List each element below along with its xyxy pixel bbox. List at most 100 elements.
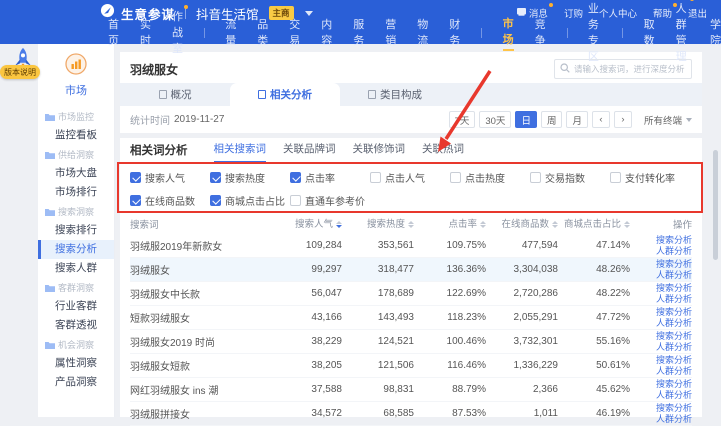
filter-mall-click-share[interactable]: 商城点击占比 — [210, 193, 290, 208]
tab-related-analysis[interactable]: 相关分析 — [230, 83, 340, 106]
subtab-related-brand-words[interactable]: 关联品牌词 — [283, 141, 336, 163]
checkbox-unchecked-icon[interactable] — [290, 195, 301, 206]
sidebar-item-product-insight[interactable]: 产品洞察 — [38, 373, 114, 392]
sidebar-item-attribute-insight[interactable]: 属性洞察 — [38, 354, 114, 373]
checkbox-unchecked-icon[interactable] — [450, 172, 461, 183]
crowd-analysis-link[interactable]: 人群分析 — [656, 270, 692, 281]
nav-trade[interactable]: 交易 — [289, 16, 300, 50]
chevron-down-icon[interactable] — [305, 11, 313, 20]
app-logo[interactable]: 生意参谋 抖音生活馆 主商 — [100, 3, 313, 23]
nav-business-zone[interactable]: 业务专区 — [588, 0, 601, 66]
col-search-heat[interactable]: 搜索热度 — [342, 216, 414, 231]
vertical-scrollbar[interactable] — [713, 150, 718, 260]
crowd-analysis-link[interactable]: 人群分析 — [656, 390, 692, 401]
search-analysis-link[interactable]: 搜索分析 — [656, 331, 692, 342]
col-ctr[interactable]: 点击率 — [414, 216, 486, 231]
filter-ztc-reference-price[interactable]: 直通车参考价 — [290, 193, 370, 208]
unit-month-button[interactable]: 月 — [566, 111, 588, 128]
version-notes-badge[interactable]: 版本说明 — [0, 65, 40, 79]
crowd-analysis-link[interactable]: 人群分析 — [656, 414, 692, 425]
next-date-button[interactable]: › — [614, 111, 632, 128]
checkbox-checked-icon[interactable] — [290, 172, 301, 183]
filter-click-heat[interactable]: 点击热度 — [450, 170, 530, 185]
sidebar-item-customer-perspective[interactable]: 客群透视 — [38, 316, 114, 335]
checkbox-checked-icon[interactable] — [130, 195, 141, 206]
search-analysis-link[interactable]: 搜索分析 — [656, 283, 692, 294]
help-link[interactable]: 帮助 — [653, 6, 672, 20]
col-online-products[interactable]: 在线商品数 — [486, 216, 558, 231]
table-row[interactable]: 羽绒服拼接女 34,572 68,585 87.53% 1,011 46.19%… — [130, 402, 692, 426]
tab-overview[interactable]: 概况 — [120, 83, 230, 106]
nav-market[interactable]: 市场 — [503, 15, 514, 51]
range-7d-button[interactable]: 7天 — [449, 111, 476, 128]
crowd-analysis-link[interactable]: 人群分析 — [656, 246, 692, 257]
sidebar-item-search-crowd[interactable]: 搜索人群 — [38, 259, 114, 278]
subtab-related-search-words[interactable]: 相关搜索词 — [214, 141, 267, 163]
table-row[interactable]: 短款羽绒服女 43,166 143,493 118.23% 2,055,291 … — [130, 306, 692, 330]
checkbox-checked-icon[interactable] — [210, 195, 221, 206]
subtab-related-hot-words[interactable]: 关联热词 — [422, 141, 464, 163]
tab-category-composition[interactable]: 类目构成 — [340, 83, 450, 106]
checkbox-checked-icon[interactable] — [210, 172, 221, 183]
col-search-popularity[interactable]: 搜索人气 — [270, 216, 342, 231]
nav-logistics[interactable]: 物流 — [417, 16, 428, 50]
keyword-search-box[interactable] — [554, 59, 692, 79]
nav-competition[interactable]: 竞争 — [535, 16, 546, 50]
table-row[interactable]: 羽绒服2019年新款女 109,284 353,561 109.75% 477,… — [130, 234, 692, 258]
table-row[interactable]: 羽绒服女 99,297 318,477 136.36% 3,304,038 48… — [130, 258, 692, 282]
nav-academy[interactable]: 学院 — [710, 16, 721, 50]
nav-crowd-management[interactable]: 人群管理 — [676, 0, 689, 66]
subtab-related-modifier-words[interactable]: 关联修饰词 — [353, 141, 406, 163]
nav-realtime[interactable]: 实时 — [140, 16, 151, 50]
prev-date-button[interactable]: ‹ — [592, 111, 610, 128]
nav-content[interactable]: 内容 — [321, 16, 332, 50]
table-row[interactable]: 羽绒服女中长款 56,047 178,689 122.69% 2,720,286… — [130, 282, 692, 306]
filter-ctr[interactable]: 点击率 — [290, 170, 370, 185]
unit-week-button[interactable]: 周 — [541, 111, 563, 128]
sidebar-item-search-analysis[interactable]: 搜索分析 — [38, 240, 114, 259]
checkbox-unchecked-icon[interactable] — [370, 172, 381, 183]
order-link[interactable]: 订购 — [564, 6, 583, 20]
search-analysis-link[interactable]: 搜索分析 — [656, 379, 692, 390]
sidebar-item-market-ranking[interactable]: 市场排行 — [38, 183, 114, 202]
nav-data-extract[interactable]: 取数 — [644, 16, 655, 50]
personal-center-link[interactable]: 个人中心 — [599, 6, 637, 20]
table-row[interactable]: 羽绒服女2019 时尚 38,229 124,521 100.46% 3,732… — [130, 330, 692, 354]
nav-category[interactable]: 品类 — [257, 16, 268, 50]
sidebar-item-monitor-board[interactable]: 监控看板 — [38, 126, 114, 145]
search-analysis-link[interactable]: 搜索分析 — [656, 307, 692, 318]
checkbox-unchecked-icon[interactable] — [610, 172, 621, 183]
search-input[interactable] — [574, 64, 686, 74]
crowd-analysis-link[interactable]: 人群分析 — [656, 318, 692, 329]
filter-search-popularity[interactable]: 搜索人气 — [130, 170, 210, 185]
logout-link[interactable]: 退出 — [688, 6, 707, 20]
filter-trade-index[interactable]: 交易指数 — [530, 170, 610, 185]
search-analysis-link[interactable]: 搜索分析 — [656, 403, 692, 414]
filter-pay-conversion[interactable]: 支付转化率 — [610, 170, 690, 185]
terminal-dropdown[interactable]: 所有终端 — [644, 113, 692, 127]
range-30d-button[interactable]: 30天 — [479, 111, 511, 128]
checkbox-unchecked-icon[interactable] — [530, 172, 541, 183]
filter-search-heat[interactable]: 搜索热度 — [210, 170, 290, 185]
sidebar-item-industry-customers[interactable]: 行业客群 — [38, 297, 114, 316]
table-row[interactable]: 网红羽绒服女 ins 潮 37,588 98,831 88.79% 2,366 … — [130, 378, 692, 402]
filter-click-popularity[interactable]: 点击人气 — [370, 170, 450, 185]
nav-finance[interactable]: 财务 — [449, 16, 460, 50]
nav-traffic[interactable]: 流量 — [225, 16, 236, 50]
table-row[interactable]: 羽绒服女短款 38,205 121,506 116.46% 1,336,229 … — [130, 354, 692, 378]
nav-service[interactable]: 服务 — [353, 16, 364, 50]
filter-online-products[interactable]: 在线商品数 — [130, 193, 210, 208]
search-analysis-link[interactable]: 搜索分析 — [656, 355, 692, 366]
col-mall-click-share[interactable]: 商城点击占比 — [558, 216, 630, 231]
unit-day-button[interactable]: 日 — [515, 111, 537, 128]
search-analysis-link[interactable]: 搜索分析 — [656, 259, 692, 270]
nav-home[interactable]: 首页 — [108, 16, 119, 50]
crowd-analysis-link[interactable]: 人群分析 — [656, 294, 692, 305]
nav-marketing[interactable]: 营销 — [385, 16, 396, 50]
checkbox-checked-icon[interactable] — [130, 172, 141, 183]
crowd-analysis-link[interactable]: 人群分析 — [656, 342, 692, 353]
sidebar-item-search-ranking[interactable]: 搜索排行 — [38, 221, 114, 240]
nav-war-room[interactable]: 作战室 — [172, 8, 183, 58]
search-analysis-link[interactable]: 搜索分析 — [656, 235, 692, 246]
sidebar-item-market-overview[interactable]: 市场大盘 — [38, 164, 114, 183]
